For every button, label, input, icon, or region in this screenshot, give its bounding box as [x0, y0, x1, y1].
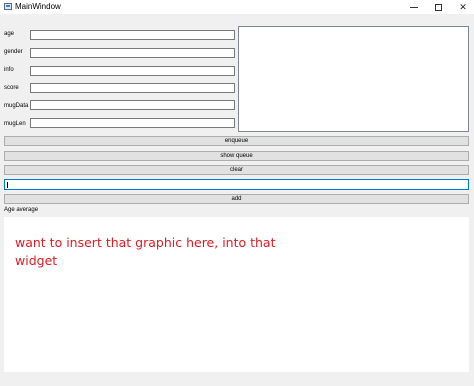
gender-label: gender [4, 49, 23, 55]
output-text-area[interactable] [238, 26, 469, 132]
age-input[interactable] [30, 30, 235, 40]
info-input[interactable] [30, 66, 235, 76]
age-label: age [4, 31, 15, 37]
show-queue-button[interactable]: show queue [4, 151, 469, 161]
maximize-icon [434, 4, 442, 12]
muglen-input[interactable] [30, 118, 235, 128]
info-label: info [4, 67, 14, 73]
annotation-text: want to insert that graphic here, into t… [15, 235, 276, 268]
score-input[interactable] [30, 83, 235, 93]
score-label: score [4, 85, 19, 91]
close-icon: ✕ [459, 2, 467, 12]
graphic-widget: want to insert that graphic here, into t… [4, 217, 469, 372]
muglen-label: mugLen [4, 121, 26, 127]
age-average-label: Age average [4, 207, 39, 213]
main-window-client: age gender info score mugData mugLen enq… [0, 14, 474, 386]
window-title: MainWindow [15, 2, 61, 11]
minimize-button[interactable] [401, 0, 427, 14]
add-button[interactable]: add [4, 194, 469, 204]
mugdata-input[interactable] [30, 100, 235, 110]
title-bar: MainWindow ✕ [0, 0, 474, 14]
gender-input[interactable] [30, 48, 235, 58]
clear-button[interactable]: clear [4, 165, 469, 175]
app-window-icon [4, 3, 12, 10]
enqueue-button[interactable]: enqueue [4, 136, 469, 146]
value-input[interactable] [4, 179, 469, 190]
maximize-button[interactable] [425, 0, 451, 14]
close-button[interactable]: ✕ [450, 0, 474, 14]
text-caret [7, 182, 8, 188]
mugdata-label: mugData [4, 103, 29, 109]
minimize-icon [410, 7, 418, 9]
